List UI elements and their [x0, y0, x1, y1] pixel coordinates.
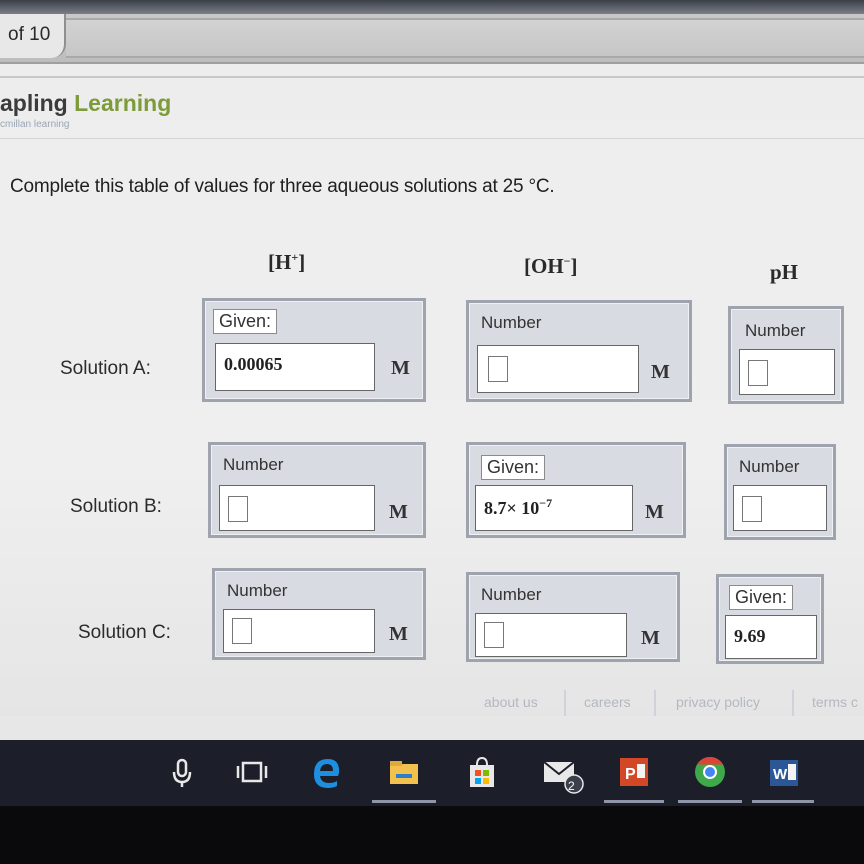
- footer-separator: [564, 690, 566, 716]
- mail-icon[interactable]: 2: [540, 752, 584, 794]
- number-label: Number: [223, 455, 284, 474]
- page-bottom: [0, 716, 864, 740]
- tab-bar-track: [66, 18, 864, 58]
- task-view-icon[interactable]: [232, 752, 272, 792]
- oh-input-c[interactable]: [475, 613, 627, 657]
- brand-logo[interactable]: apling Learning: [0, 90, 171, 117]
- ph-input-b[interactable]: [733, 485, 827, 531]
- unit-label: M: [641, 627, 660, 649]
- cell-c-ph: Given: 9.69: [716, 574, 824, 664]
- mail-badge-count: 2: [568, 779, 575, 793]
- h-input-b[interactable]: [219, 485, 375, 531]
- h-symbol: H: [275, 250, 292, 274]
- unit-label: M: [651, 361, 670, 383]
- brand-tagline: cmillan learning: [0, 119, 70, 130]
- cursor-box: [742, 496, 762, 522]
- cell-b-oh: Given: 8.7× 10−7 M: [466, 442, 686, 538]
- row-label-solution-c: Solution C:: [78, 622, 171, 643]
- cell-c-h: Number M: [212, 568, 426, 660]
- h-value-field-a: 0.00065: [215, 343, 375, 391]
- column-header-ph: pH: [770, 260, 799, 284]
- footer-link-privacy[interactable]: privacy policy: [676, 694, 760, 710]
- active-app-indicator: [372, 800, 436, 803]
- column-header-oh-minus: [OH−]: [524, 254, 578, 278]
- active-app-indicator: [752, 800, 814, 803]
- header-divider: [0, 76, 864, 78]
- unit-label: M: [391, 357, 410, 379]
- number-label: Number: [481, 313, 542, 332]
- given-label: Given:: [481, 455, 546, 480]
- active-app-indicator: [678, 800, 742, 803]
- oh-value-base: 8.7× 10: [484, 498, 540, 518]
- column-header-h-plus: [H+]: [268, 250, 306, 274]
- footer-link-terms[interactable]: terms c: [812, 694, 858, 710]
- page-counter-tab[interactable]: of 10: [0, 14, 66, 58]
- oh-charge: −: [563, 254, 571, 268]
- windows-taskbar: 2 P W: [0, 740, 864, 806]
- h-input-c[interactable]: [223, 609, 375, 653]
- cursor-box: [488, 356, 508, 382]
- ph-value-field-c: 9.69: [725, 615, 817, 659]
- number-label: Number: [739, 457, 800, 476]
- powerpoint-icon[interactable]: P: [614, 752, 654, 792]
- store-icon[interactable]: [462, 752, 502, 792]
- h-charge: +: [291, 250, 299, 264]
- oh-symbol: OH: [531, 254, 564, 278]
- content-divider: [0, 138, 864, 139]
- cursor-box: [228, 496, 248, 522]
- question-text: Complete this table of values for three …: [10, 176, 555, 197]
- footer-separator: [792, 690, 794, 716]
- cursor-box: [484, 622, 504, 648]
- cell-a-oh: Number M: [466, 300, 692, 402]
- unit-label: M: [389, 501, 408, 523]
- active-app-indicator: [604, 800, 664, 803]
- cursor-box: [232, 618, 252, 644]
- microphone-icon[interactable]: [162, 752, 202, 792]
- footer-links: about us careers privacy policy terms c: [470, 690, 864, 716]
- unit-label: M: [389, 623, 408, 645]
- cell-a-h: Given: 0.00065 M: [202, 298, 426, 402]
- cell-b-h: Number M: [208, 442, 426, 538]
- number-label: Number: [227, 581, 288, 600]
- cell-a-ph: Number: [728, 306, 844, 404]
- monitor-bezel: [0, 806, 864, 864]
- svg-text:W: W: [773, 766, 788, 783]
- oh-value-exponent: −7: [539, 496, 553, 510]
- file-explorer-icon[interactable]: [384, 752, 424, 792]
- row-label-solution-a: Solution A:: [60, 358, 151, 379]
- ph-input-a[interactable]: [739, 349, 835, 395]
- cursor-box: [748, 360, 768, 386]
- cell-b-ph: Number: [724, 444, 836, 540]
- row-label-solution-b: Solution B:: [70, 496, 162, 517]
- brand-name-suffix: Learning: [74, 90, 172, 116]
- footer-separator: [654, 690, 656, 716]
- edge-icon[interactable]: [306, 752, 346, 792]
- number-label: Number: [745, 321, 806, 340]
- given-label: Given:: [213, 309, 278, 334]
- brand-name-prefix: apling: [0, 90, 68, 116]
- svg-text:P: P: [625, 766, 636, 783]
- word-icon[interactable]: W: [764, 752, 804, 792]
- chrome-icon[interactable]: [690, 752, 730, 792]
- screen: of 10 apling Learning cmillan learning C…: [0, 0, 864, 864]
- unit-label: M: [645, 501, 664, 523]
- cell-c-oh: Number M: [466, 572, 680, 662]
- footer-link-about[interactable]: about us: [484, 694, 538, 710]
- number-label: Number: [481, 585, 542, 604]
- oh-input-a[interactable]: [477, 345, 639, 393]
- footer-link-careers[interactable]: careers: [584, 694, 631, 710]
- given-label: Given:: [729, 585, 794, 610]
- oh-value-field-b: 8.7× 10−7: [475, 485, 633, 531]
